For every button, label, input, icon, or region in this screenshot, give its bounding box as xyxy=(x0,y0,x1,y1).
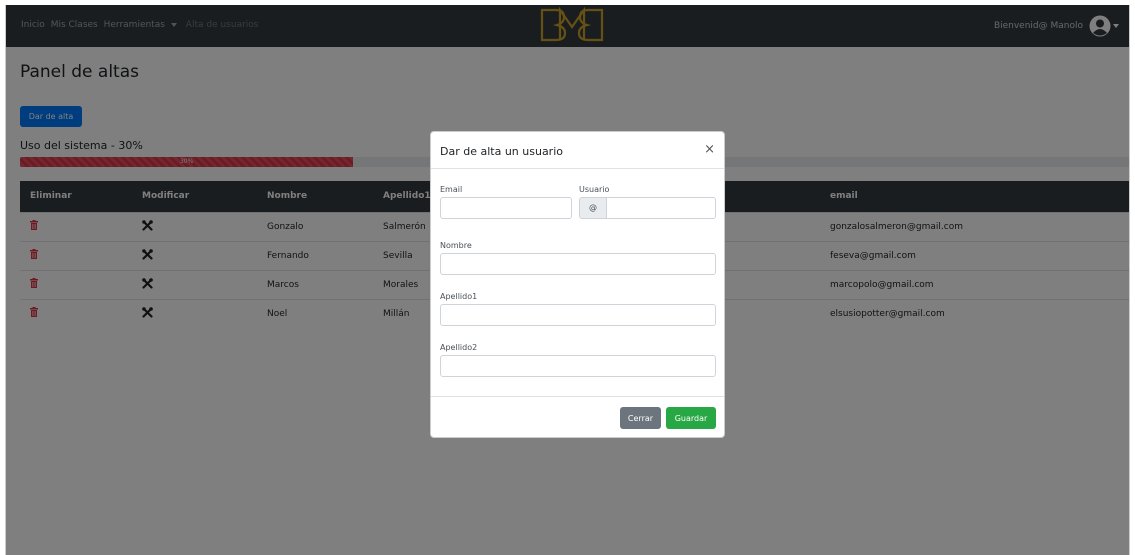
apellido2-field[interactable] xyxy=(440,355,716,377)
email-label: Email xyxy=(440,185,463,194)
at-sign-prepend: @ xyxy=(579,197,607,219)
apellido1-field[interactable] xyxy=(440,304,716,326)
save-button[interactable]: Guardar xyxy=(666,407,716,429)
modal-header: Dar de alta un usuario × xyxy=(431,132,724,169)
cancel-button[interactable]: Cerrar xyxy=(620,407,661,429)
modal-title: Dar de alta un usuario xyxy=(440,145,563,158)
apellido1-label: Apellido1 xyxy=(440,292,478,301)
close-icon[interactable]: × xyxy=(704,143,715,156)
page-frame: Inicio Mis Clases Herramientas Alta de u… xyxy=(5,5,1130,555)
usuario-label: Usuario xyxy=(579,185,610,194)
modal-footer: Cerrar Guardar xyxy=(431,396,724,439)
nombre-label: Nombre xyxy=(440,241,472,250)
nombre-field[interactable] xyxy=(440,253,716,275)
apellido2-label: Apellido2 xyxy=(440,343,478,352)
email-field[interactable] xyxy=(440,197,572,219)
usuario-field[interactable] xyxy=(606,197,716,219)
add-user-modal: Dar de alta un usuario × Email Usuario @… xyxy=(430,131,725,438)
